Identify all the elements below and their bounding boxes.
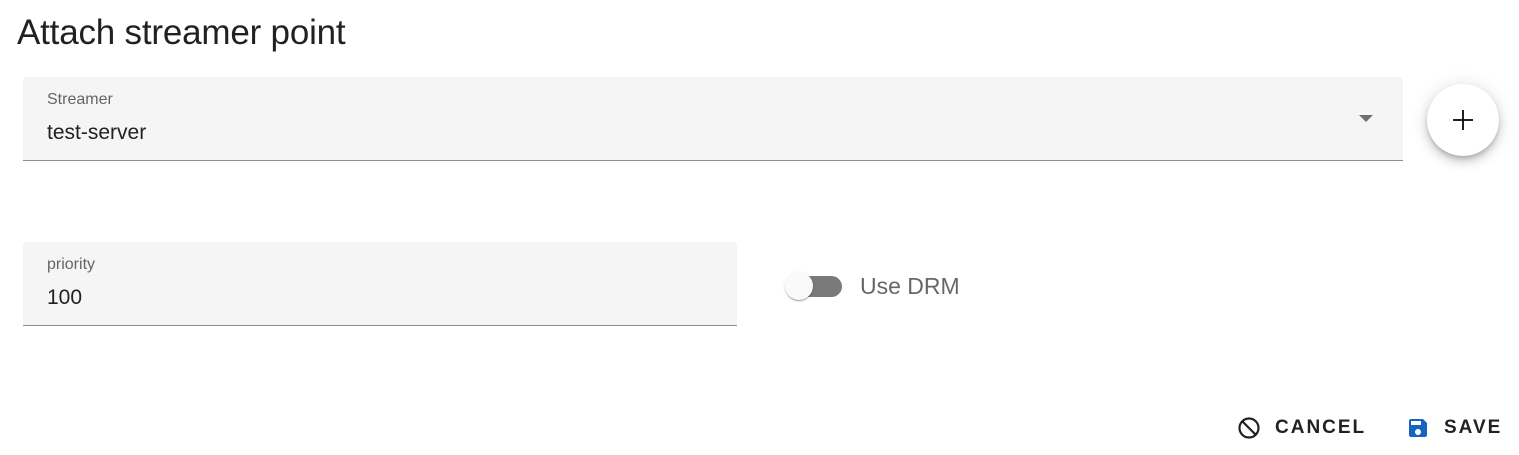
attach-streamer-dialog: Attach streamer point Streamer test-serv… <box>0 0 1519 455</box>
dialog-title: Attach streamer point <box>17 13 346 52</box>
priority-input[interactable]: priority 100 <box>23 242 737 326</box>
streamer-value: test-server <box>47 121 147 144</box>
save-label: SAVE <box>1444 417 1503 438</box>
add-streamer-button[interactable] <box>1427 84 1499 156</box>
use-drm-toggle[interactable] <box>785 271 845 301</box>
toggle-thumb[interactable] <box>785 272 813 300</box>
plus-icon <box>1453 110 1473 130</box>
streamer-select[interactable]: Streamer test-server <box>23 77 1403 161</box>
dropdown-arrow-icon[interactable] <box>1359 115 1373 122</box>
use-drm-label[interactable]: Use DRM <box>860 272 960 300</box>
cancel-icon <box>1238 417 1260 439</box>
cancel-button[interactable]: CANCEL <box>1237 410 1366 446</box>
streamer-label: Streamer <box>47 91 113 108</box>
priority-value[interactable]: 100 <box>47 286 82 310</box>
cancel-label: CANCEL <box>1275 417 1367 438</box>
priority-label: priority <box>47 256 96 273</box>
save-icon <box>1409 419 1427 437</box>
save-button[interactable]: SAVE <box>1406 410 1502 446</box>
